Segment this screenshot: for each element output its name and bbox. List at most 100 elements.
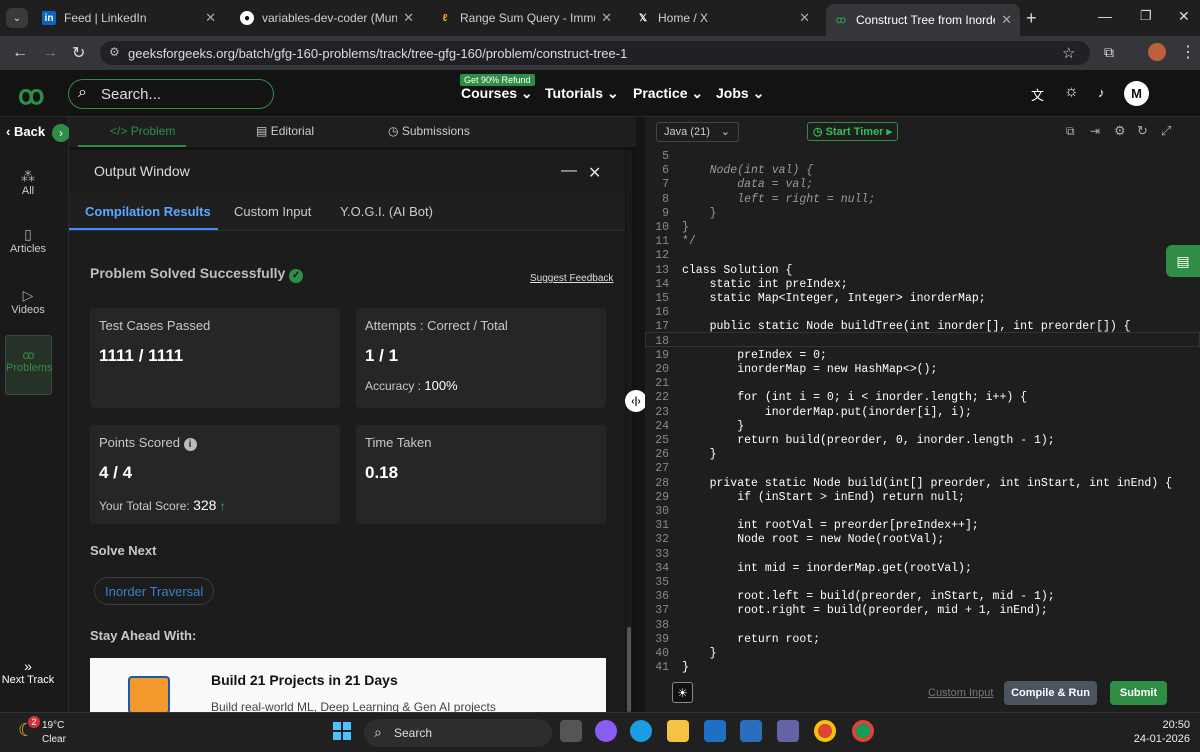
start-timer-button[interactable]: ◷ Start Timer ▸ bbox=[807, 122, 898, 141]
custom-input-link[interactable]: Custom Input bbox=[928, 687, 993, 699]
chrome-profile-icon[interactable] bbox=[852, 720, 874, 742]
browser-tab-x[interactable]: 𝕏 Home / X ✕ bbox=[628, 4, 818, 32]
tab-problem[interactable]: </> Problem bbox=[110, 124, 175, 138]
theme-toggle-icon[interactable]: ☼ bbox=[1064, 83, 1079, 101]
search-input[interactable]: ⌕ Search... bbox=[68, 79, 274, 109]
forward-circle-icon[interactable]: › bbox=[52, 124, 70, 142]
close-icon[interactable]: ✕ bbox=[799, 10, 810, 26]
next-track-button[interactable]: » Next Track bbox=[0, 658, 56, 686]
chevron-down-icon: ⌄ bbox=[606, 85, 619, 101]
export-icon[interactable]: ⇥ bbox=[1090, 124, 1100, 138]
code-line: root.left = build(preorder, inStart, mid… bbox=[682, 590, 1055, 604]
browser-tab-github[interactable]: ● variables-dev-coder (Munna Az✕ bbox=[232, 4, 422, 32]
active-tab-indicator bbox=[69, 228, 218, 230]
profile-avatar[interactable] bbox=[1148, 43, 1166, 61]
close-icon[interactable]: ✕ bbox=[205, 10, 216, 26]
code-line: } bbox=[682, 647, 717, 660]
back-button[interactable]: ‹ Back bbox=[6, 124, 45, 139]
reset-icon[interactable]: ↻ bbox=[1137, 123, 1148, 139]
resize-handle-icon[interactable]: ‹|› bbox=[625, 390, 647, 412]
time-card: Time Taken 0.18 bbox=[356, 425, 606, 524]
user-avatar[interactable]: M bbox=[1124, 81, 1149, 106]
close-icon[interactable]: ✕ bbox=[1001, 12, 1012, 28]
close-icon[interactable]: ✕ bbox=[588, 163, 601, 183]
line-number: 38 bbox=[655, 618, 669, 632]
language-select[interactable]: Java (21) ⌄ bbox=[656, 122, 739, 142]
fullscreen-icon[interactable]: ⤢ bbox=[1161, 123, 1171, 139]
tab-editorial[interactable]: ▤ Editorial bbox=[256, 124, 314, 138]
scrollbar-thumb[interactable] bbox=[627, 627, 631, 712]
rail-item-problems[interactable]: ꝏ Problems bbox=[5, 335, 52, 395]
rail-item-videos[interactable]: ▷ Videos bbox=[0, 287, 56, 316]
hint-lightbulb-icon[interactable]: ☀ bbox=[672, 682, 693, 703]
teams-icon[interactable] bbox=[777, 720, 799, 742]
close-icon[interactable]: ✕ bbox=[403, 10, 414, 26]
close-window-button[interactable]: ✕ bbox=[1178, 8, 1190, 25]
stay-ahead-heading: Stay Ahead With: bbox=[90, 628, 197, 643]
tab-submissions[interactable]: ◷ Submissions bbox=[388, 124, 470, 138]
notification-bell-icon[interactable]: ♪ bbox=[1098, 85, 1105, 100]
address-bar[interactable]: ⚙ geeksforgeeks.org/batch/gfg-160-proble… bbox=[100, 41, 1090, 65]
tab-search-button[interactable]: ⌄ bbox=[6, 8, 28, 28]
line-number: 20 bbox=[655, 363, 669, 376]
new-tab-button[interactable]: + bbox=[1026, 8, 1037, 29]
code-editor[interactable]: 56 Node(int val) {7 data = val; 8 left = … bbox=[645, 147, 1200, 677]
gfg-logo-icon[interactable]: ꝏ bbox=[18, 80, 45, 111]
file-explorer-icon[interactable] bbox=[667, 720, 689, 742]
reload-icon[interactable]: ↻ bbox=[72, 43, 85, 63]
nav-practice[interactable]: Practice ⌄ bbox=[633, 85, 703, 102]
browser-tab-linkedin[interactable]: in Feed | LinkedIn ✕ bbox=[34, 4, 224, 32]
submit-button[interactable]: Submit bbox=[1110, 681, 1167, 705]
copilot-icon[interactable] bbox=[595, 720, 617, 742]
back-arrow-icon[interactable]: ← bbox=[12, 44, 28, 62]
site-info-icon[interactable]: ⚙ bbox=[109, 45, 120, 59]
chevron-left-icon: ‹ bbox=[6, 124, 11, 139]
tab-yogi-ai-bot[interactable]: Y.O.G.I. (AI Bot) bbox=[340, 204, 433, 219]
linkedin-icon: in bbox=[42, 11, 56, 25]
code-line: Node(int val) { bbox=[682, 164, 814, 178]
tab-custom-input[interactable]: Custom Input bbox=[234, 204, 311, 219]
browser-menu-icon[interactable]: ⋮ bbox=[1180, 42, 1196, 62]
gfg-logo-icon: ꝏ bbox=[835, 14, 847, 26]
github-icon: ● bbox=[240, 11, 254, 25]
translate-icon[interactable]: 文 bbox=[1031, 85, 1044, 104]
copy-icon[interactable]: ⧉ bbox=[1066, 124, 1075, 139]
close-icon[interactable]: ✕ bbox=[601, 10, 612, 26]
mail-icon[interactable] bbox=[704, 720, 726, 742]
left-rail bbox=[0, 117, 69, 712]
minimize-window-button[interactable]: — bbox=[1098, 8, 1112, 24]
windows-start-icon[interactable] bbox=[333, 722, 351, 740]
pane-splitter[interactable] bbox=[636, 117, 645, 712]
code-line: Node root = new Node(rootVal); bbox=[682, 533, 945, 547]
promo-card[interactable]: Build 21 Projects in 21 Days Build real-… bbox=[90, 658, 606, 712]
browser-tab-gfg[interactable]: ꝏ Construct Tree from Inorder &✕ bbox=[826, 4, 1020, 36]
extensions-icon[interactable]: ⧉ bbox=[1104, 44, 1114, 61]
next-problem-chip[interactable]: Inorder Traversal bbox=[94, 577, 215, 605]
rail-item-articles[interactable]: ▯ Articles bbox=[0, 226, 56, 255]
chrome-icon[interactable] bbox=[814, 720, 836, 742]
task-view-icon[interactable] bbox=[560, 720, 582, 742]
suggest-feedback-link[interactable]: Suggest Feedback bbox=[530, 273, 613, 284]
nav-tutorials[interactable]: Tutorials ⌄ bbox=[545, 85, 619, 102]
bookmark-star-icon[interactable]: ☆ bbox=[1062, 44, 1075, 62]
info-icon[interactable]: i bbox=[183, 438, 197, 451]
weather-widget[interactable]: ☾ 2 19°C Clear bbox=[18, 716, 98, 748]
settings-gear-icon[interactable]: ⚙ bbox=[1114, 123, 1126, 139]
browser-tab-leetcode[interactable]: ℓ Range Sum Query - Immutable✕ bbox=[430, 4, 620, 32]
forward-arrow-icon[interactable]: → bbox=[42, 44, 58, 62]
restore-window-button[interactable]: ❐ bbox=[1140, 8, 1152, 24]
tab-compilation-results[interactable]: Compilation Results bbox=[85, 204, 211, 219]
system-clock[interactable]: 20:50 24-01-2026 bbox=[1130, 718, 1190, 746]
store-icon[interactable] bbox=[740, 720, 762, 742]
code-icon: </> bbox=[110, 124, 128, 138]
rail-item-all[interactable]: ⁂ All bbox=[0, 168, 56, 197]
chat-icon[interactable]: ▤ bbox=[1166, 245, 1200, 277]
minimize-icon[interactable]: — bbox=[561, 162, 577, 180]
nav-jobs[interactable]: Jobs ⌄ bbox=[716, 85, 764, 102]
code-line: return root; bbox=[682, 632, 821, 646]
edge-icon[interactable] bbox=[630, 720, 652, 742]
line-number: 37 bbox=[655, 604, 669, 618]
compile-run-button[interactable]: Compile & Run bbox=[1004, 681, 1097, 705]
taskbar-search[interactable]: ⌕ Search bbox=[364, 719, 552, 747]
nav-courses[interactable]: Courses ⌄ bbox=[461, 85, 533, 102]
